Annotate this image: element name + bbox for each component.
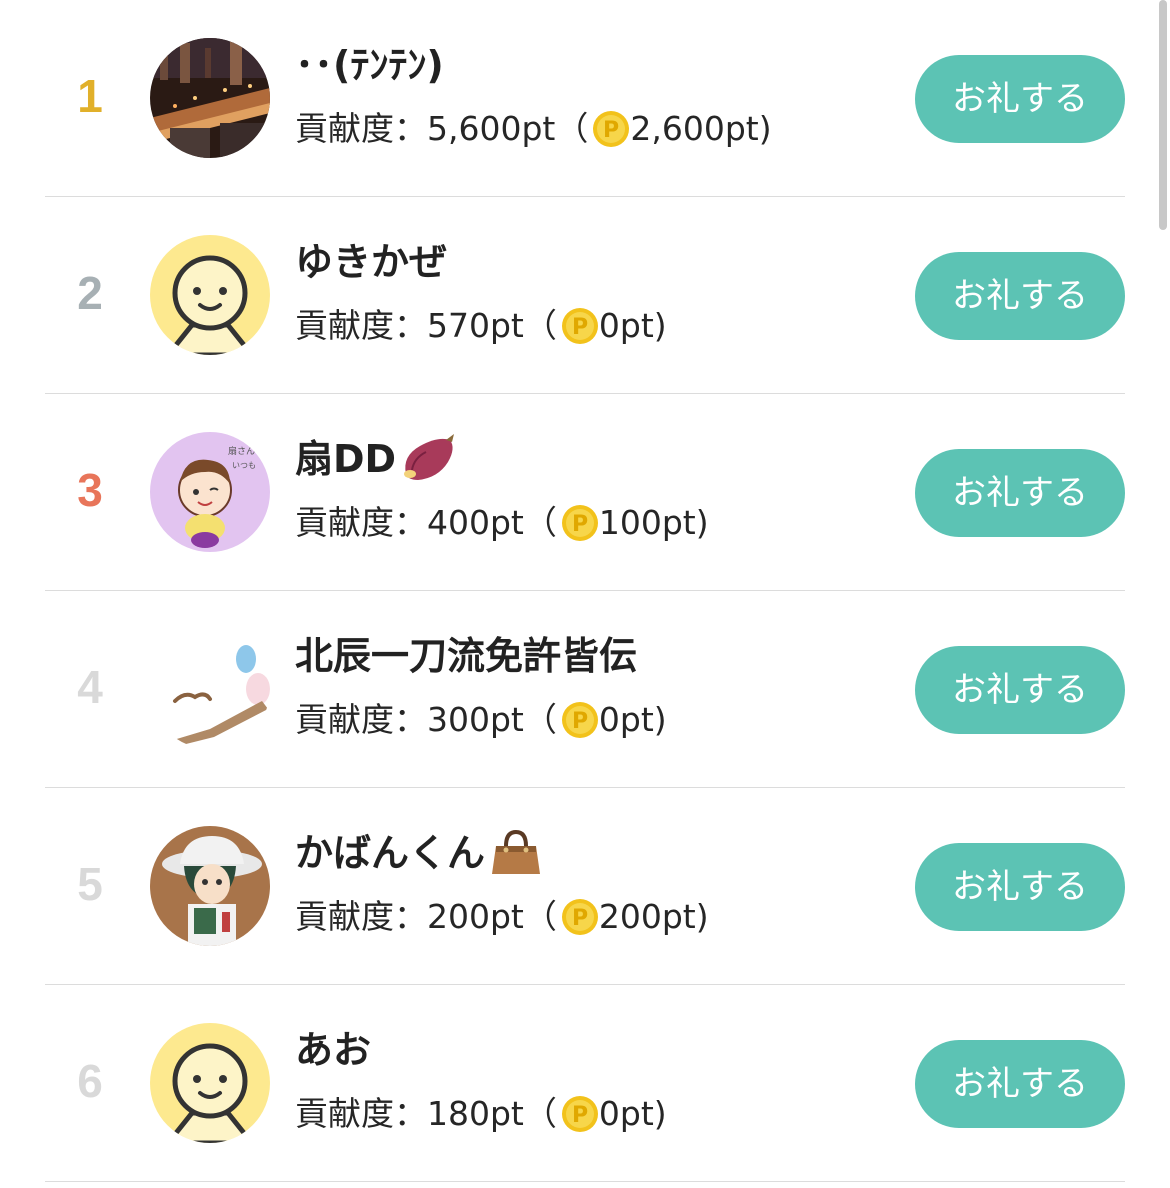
rank-number: 4 [77, 661, 103, 713]
contribution-stats: 貢献度： 200pt （P 200pt) [295, 897, 709, 936]
ranking-row: 3 扇さん いつも 扇DD 貢献度： 400pt （P 100pt) お礼する [45, 394, 1125, 591]
contribution-stats: 貢献度： 180pt （P 0pt) [295, 1094, 667, 1133]
handbag-icon [487, 828, 545, 878]
point-coin-icon: P [561, 307, 599, 345]
ranking-row: 4 北辰一刀流免許皆伝 貢献度： 300pt （P 0pt) お礼する [45, 591, 1125, 788]
user-avatar[interactable] [150, 38, 270, 158]
contribution-stats: 貢献度： 570pt （P 0pt) [295, 306, 667, 345]
svg-text:P: P [572, 906, 588, 931]
svg-text:P: P [572, 315, 588, 340]
thanks-button[interactable]: お礼する [915, 646, 1125, 734]
user-name[interactable]: 扇DD [295, 434, 456, 484]
contribution-stats: 貢献度： 5,600pt （P 2,600pt) [295, 109, 772, 148]
user-avatar[interactable]: 扇さん いつも [150, 432, 270, 552]
user-name[interactable]: 北辰一刀流免許皆伝 [295, 631, 637, 681]
svg-text:P: P [572, 709, 588, 734]
point-coin-icon: P [561, 898, 599, 936]
thanks-button[interactable]: お礼する [915, 843, 1125, 931]
thanks-button[interactable]: お礼する [915, 252, 1125, 340]
user-avatar[interactable] [150, 1023, 270, 1143]
contribution-stats: 貢献度： 400pt （P 100pt) [295, 503, 709, 542]
svg-text:扇さん: 扇さん [228, 445, 255, 457]
ranking-row: 6 あお 貢献度： 180pt （P 0pt) お礼する [45, 985, 1125, 1182]
user-avatar[interactable] [150, 235, 270, 355]
point-coin-icon: P [561, 504, 599, 542]
point-coin-icon: P [592, 110, 630, 148]
svg-text:いつも: いつも [232, 461, 256, 470]
user-name[interactable]: かばんくん [295, 828, 545, 878]
contribution-stats: 貢献度： 300pt （P 0pt) [295, 700, 667, 739]
ranking-row: 5 かばんくん 貢献度： 200pt （P 200pt) お礼する [45, 788, 1125, 985]
ranking-row: 2 ゆきかぜ 貢献度： 570pt （P 0pt) お礼する [45, 197, 1125, 394]
thanks-button[interactable]: お礼する [915, 1040, 1125, 1128]
user-avatar[interactable] [150, 826, 270, 946]
svg-text:P: P [572, 512, 588, 537]
rank-number: 1 [77, 70, 103, 122]
point-coin-icon: P [561, 1095, 599, 1133]
point-coin-icon: P [561, 701, 599, 739]
rank-number: 5 [77, 858, 103, 910]
user-name[interactable]: ･･(ﾃﾝﾃﾝ) [295, 40, 444, 90]
ranking-row: 1 ･･(ﾃﾝﾃﾝ) 貢献度： 5,600pt （P 2,600pt) お礼する [45, 0, 1125, 197]
user-name[interactable]: ゆきかぜ [295, 237, 447, 287]
svg-text:P: P [603, 118, 619, 143]
rank-number: 3 [77, 464, 103, 516]
scrollbar[interactable] [1159, 0, 1167, 230]
rank-number: 2 [77, 267, 103, 319]
svg-text:P: P [572, 1103, 588, 1128]
rank-number: 6 [77, 1055, 103, 1107]
thanks-button[interactable]: お礼する [915, 55, 1125, 143]
sweet-potato-icon [398, 434, 456, 484]
user-name[interactable]: あお [295, 1025, 371, 1075]
thanks-button[interactable]: お礼する [915, 449, 1125, 537]
user-avatar[interactable] [150, 629, 270, 749]
